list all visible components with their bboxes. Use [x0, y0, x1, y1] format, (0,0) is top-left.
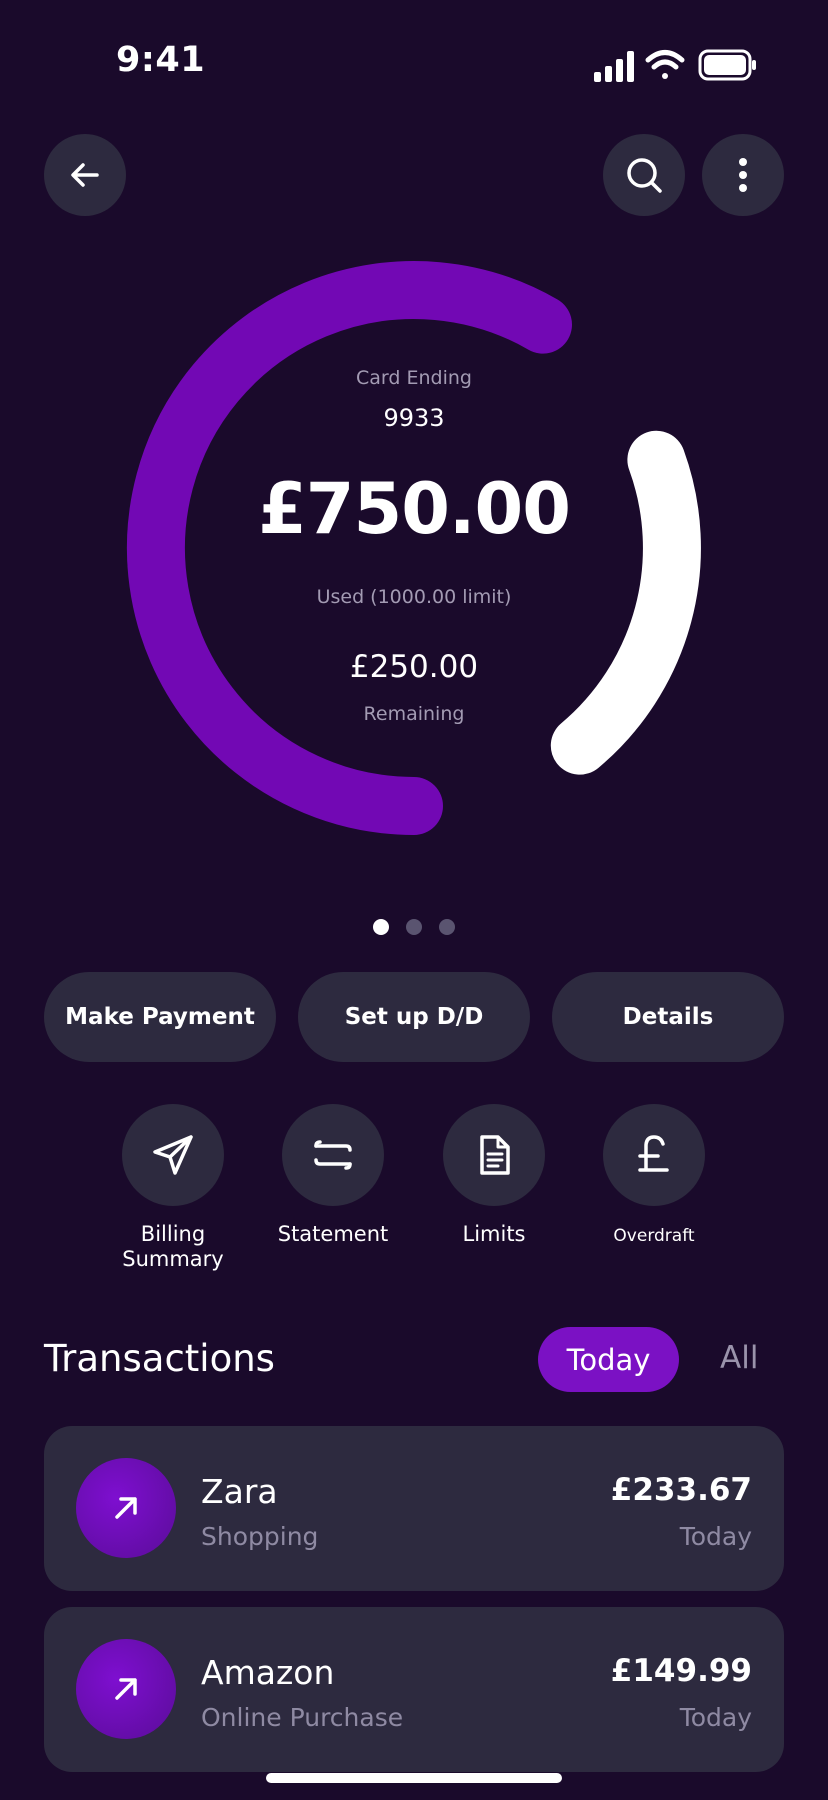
send-icon	[153, 1135, 193, 1175]
home-indicator	[266, 1773, 562, 1783]
details-button[interactable]: Details	[552, 972, 784, 1062]
remaining-amount: £250.00	[349, 649, 479, 685]
transaction-date: Today	[679, 1522, 752, 1551]
transaction-merchant: Zara	[201, 1472, 278, 1511]
arrow-up-right-icon	[115, 1497, 137, 1519]
pager-dot-1[interactable]	[373, 919, 389, 935]
limits-label: Limits	[462, 1222, 526, 1246]
used-caption: Used (1000.00 limit)	[316, 586, 512, 608]
document-icon	[480, 1135, 510, 1175]
transaction-amount: £233.67	[610, 1472, 752, 1508]
transaction-amount: £149.99	[610, 1653, 752, 1689]
transfer-icon	[314, 1140, 352, 1170]
setup-dd-button[interactable]: Set up D/D	[298, 972, 530, 1062]
transaction-avatar	[76, 1639, 176, 1739]
statement-label: Statement	[277, 1222, 389, 1246]
transaction-category: Shopping	[201, 1522, 319, 1551]
transaction-item[interactable]: Amazon Online Purchase £149.99 Today	[44, 1607, 784, 1772]
tab-all[interactable]: All	[720, 1340, 758, 1376]
transaction-item[interactable]: Zara Shopping £233.67 Today	[44, 1426, 784, 1591]
billing-summary-button[interactable]	[122, 1104, 224, 1206]
limits-button[interactable]	[443, 1104, 545, 1206]
pager-dot-2[interactable]	[406, 919, 422, 935]
statement-button[interactable]	[282, 1104, 384, 1206]
card-ending-number: 9933	[383, 404, 445, 432]
card-ending-label: Card Ending	[356, 367, 472, 389]
credit-usage-ring	[127, 261, 701, 835]
tab-today[interactable]: Today	[538, 1327, 679, 1392]
used-amount: £750.00	[258, 468, 571, 550]
transaction-merchant: Amazon	[201, 1653, 335, 1692]
transaction-avatar	[76, 1458, 176, 1558]
make-payment-button[interactable]: Make Payment	[44, 972, 276, 1062]
overdraft-label: Overdraft	[613, 1226, 695, 1246]
arrow-up-right-icon	[115, 1678, 137, 1700]
transaction-date: Today	[679, 1703, 752, 1732]
remaining-caption: Remaining	[363, 703, 465, 725]
pager-dot-3[interactable]	[439, 919, 455, 935]
transaction-category: Online Purchase	[201, 1703, 404, 1732]
billing-summary-label: Billing Summary	[122, 1222, 224, 1271]
transactions-title: Transactions	[44, 1337, 275, 1380]
pound-icon	[638, 1135, 669, 1172]
overdraft-button[interactable]	[603, 1104, 705, 1206]
